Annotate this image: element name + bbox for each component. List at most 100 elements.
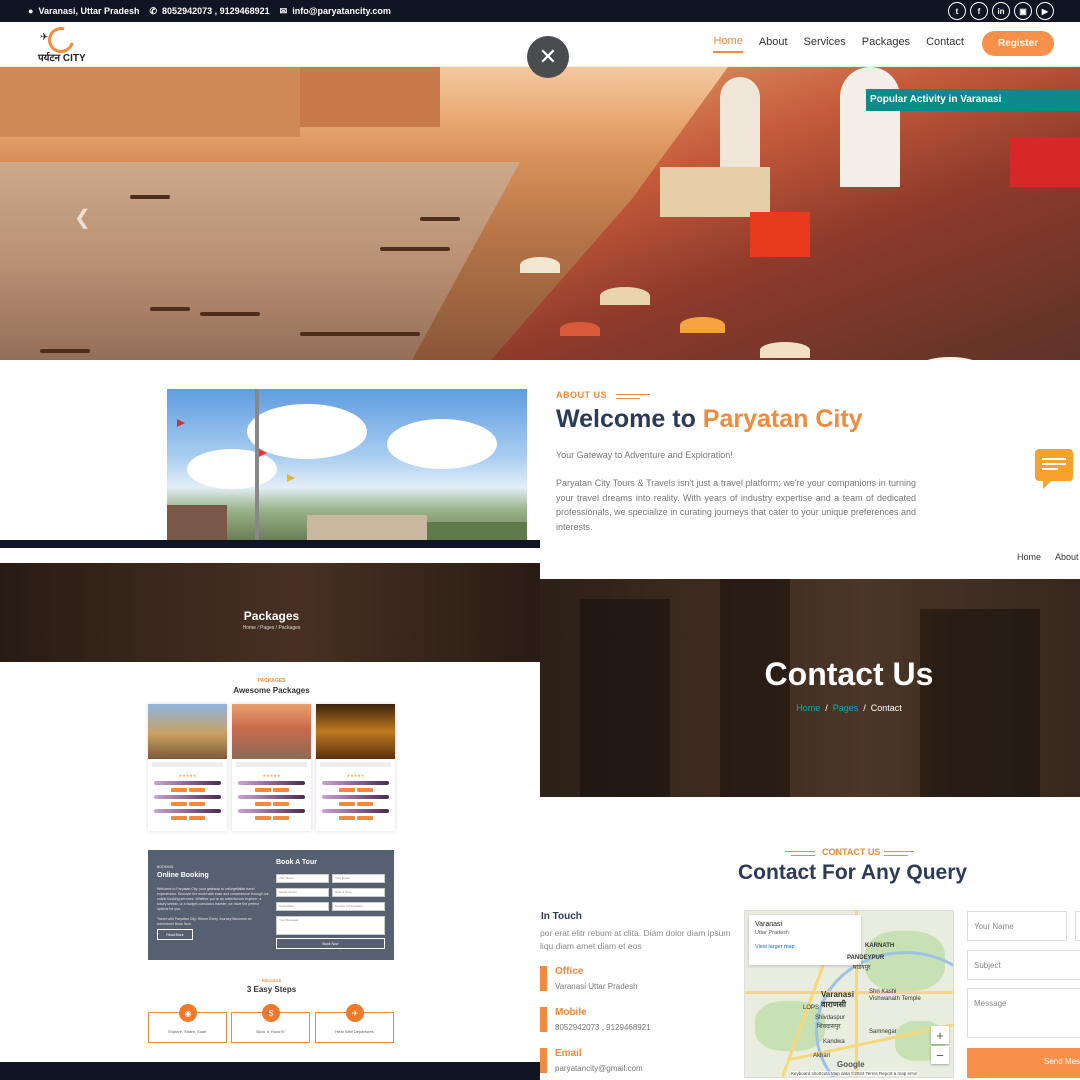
step-card: $ Book It, Rock It! bbox=[231, 1004, 310, 1043]
map-larger-link[interactable]: View larger map bbox=[755, 944, 855, 950]
breadcrumb-pages[interactable]: Pages bbox=[833, 703, 859, 713]
map-label: Kandwa bbox=[823, 1039, 845, 1045]
package-card[interactable]: ★★★★★ bbox=[316, 704, 395, 831]
linkedin-icon[interactable]: in bbox=[992, 2, 1010, 20]
embedded-map[interactable]: Varanasi Uttar Pradesh View larger map K… bbox=[744, 910, 954, 1078]
contact-breadcrumb: Home / Pages / Contact bbox=[796, 703, 902, 713]
packages-section-title: Awesome Packages bbox=[233, 686, 310, 695]
about-image bbox=[167, 389, 527, 540]
booking-tag: BOOKING bbox=[157, 865, 174, 869]
booking-text-2: Travel with Paryatan City: Where Every J… bbox=[157, 917, 252, 926]
contact-nav-about[interactable]: About bbox=[1055, 552, 1079, 562]
package-card[interactable]: ★★★★★ bbox=[232, 704, 311, 831]
package-image bbox=[232, 704, 311, 759]
step-label: Explore, Share, Soar! bbox=[168, 1029, 207, 1034]
about-tag-text: ABOUT US bbox=[556, 390, 607, 400]
map-label: Varanasi bbox=[821, 990, 854, 999]
map-label: Samnegar bbox=[869, 1029, 897, 1035]
map-label: Shri Kashi bbox=[869, 989, 897, 995]
book-tour-title: Book A Tour bbox=[276, 859, 317, 866]
step-card: ◉ Explore, Share, Soar! bbox=[148, 1004, 227, 1043]
about-title-highlight: Paryatan City bbox=[702, 405, 863, 433]
map-label: LOPS bbox=[803, 1005, 820, 1011]
plane-icon: ✈ bbox=[40, 32, 49, 43]
send-message-button[interactable]: Send Message bbox=[967, 1048, 1080, 1078]
contact-subject-input[interactable]: Subject bbox=[967, 950, 1080, 980]
chat-icon[interactable] bbox=[1035, 449, 1073, 489]
in-touch-line-1: por erat elitr rebum at clita. Diam dolo… bbox=[540, 928, 731, 938]
step-label: Book It, Rock It! bbox=[256, 1029, 285, 1034]
office-label: Office bbox=[555, 966, 584, 977]
logo-text: पर्यटन CITY bbox=[38, 53, 86, 64]
about-title-prefix: Welcome to bbox=[556, 405, 703, 433]
nav-services[interactable]: Services bbox=[804, 36, 846, 52]
office-info: Office Varanasi Uttar Pradesh bbox=[540, 966, 740, 994]
email-contact-info: Email paryatancity@gmail.com bbox=[540, 1048, 740, 1076]
contact-message-textarea[interactable]: Message bbox=[967, 988, 1080, 1038]
nav-about[interactable]: About bbox=[759, 36, 788, 52]
location-info: ● Varanasi, Uttar Pradesh bbox=[28, 6, 140, 16]
nav-contact[interactable]: Contact bbox=[926, 36, 964, 52]
in-touch-line-2: liqu diam amet diam et eos bbox=[540, 941, 642, 951]
plane-icon: ✈ bbox=[346, 1004, 364, 1022]
page-root: ● Varanasi, Uttar Pradesh ✆ 8052942073 , 9… bbox=[0, 0, 1080, 1080]
office-value: Varanasi Uttar Pradesh bbox=[555, 982, 638, 991]
booking-option-select[interactable]: Select Option bbox=[276, 888, 329, 897]
close-icon[interactable]: ✕ bbox=[527, 36, 569, 78]
packages-breadcrumb: Home / Pages / Packages bbox=[242, 625, 301, 631]
map-info-card: Varanasi Uttar Pradesh View larger map bbox=[749, 915, 861, 965]
contact-email-input[interactable] bbox=[1075, 911, 1080, 941]
about-section-tag: ABOUT US bbox=[556, 390, 650, 400]
step-label: Hear Well Departures bbox=[335, 1029, 374, 1034]
read-more-button[interactable]: Read More bbox=[157, 929, 193, 940]
map-region: Uttar Pradesh bbox=[755, 930, 789, 936]
booking-email-input[interactable]: Your Email bbox=[332, 874, 385, 883]
map-label: वाराणसी bbox=[821, 1000, 847, 1009]
phone-icon: ✆ bbox=[149, 5, 158, 16]
contact-section-tag: CONTACT US bbox=[822, 847, 881, 857]
step-card: ✈ Hear Well Departures bbox=[315, 1004, 394, 1043]
email-info[interactable]: ✉ info@paryatancity.com bbox=[280, 6, 391, 17]
about-paragraph: Paryatan City Tours & Travels isn't just… bbox=[556, 478, 916, 532]
email-value[interactable]: paryatancity@gmail.com bbox=[555, 1064, 643, 1073]
twitter-icon[interactable]: t bbox=[948, 2, 966, 20]
instagram-icon[interactable]: ▣ bbox=[1014, 2, 1032, 20]
mobile-value: 8052942073 , 9129468921 bbox=[555, 1023, 651, 1032]
book-now-button[interactable]: Book Now bbox=[276, 938, 385, 949]
youtube-icon[interactable]: ▶ bbox=[1036, 2, 1054, 20]
email-label: Email bbox=[555, 1048, 582, 1059]
rating-stars-icon: ★★★★★ bbox=[262, 773, 281, 778]
contact-section-title: Contact For Any Query bbox=[738, 861, 968, 884]
zoom-in-icon[interactable]: + bbox=[931, 1026, 949, 1044]
booking-travelers-input[interactable]: Number Of Travelers bbox=[332, 902, 385, 911]
map-label: Akhari bbox=[813, 1053, 831, 1059]
mobile-label: Mobile bbox=[555, 1007, 587, 1018]
steps-section-tag: PROCESS bbox=[261, 978, 282, 983]
nav-packages[interactable]: Packages bbox=[862, 36, 910, 52]
email-text[interactable]: info@paryatancity.com bbox=[292, 6, 391, 16]
contact-page-title: Contact Us bbox=[764, 656, 934, 692]
map-label: Shivdaspur bbox=[815, 1015, 846, 1021]
register-button[interactable]: Register bbox=[981, 31, 1054, 56]
facebook-icon[interactable]: f bbox=[970, 2, 988, 20]
package-image bbox=[148, 704, 227, 759]
zoom-out-icon[interactable]: − bbox=[931, 1046, 949, 1064]
packages-page-title: Packages bbox=[243, 609, 300, 623]
contact-page-navbar: Home About bbox=[1017, 552, 1080, 562]
breadcrumb-home[interactable]: Home bbox=[796, 703, 820, 713]
booking-destination-input[interactable]: Destination bbox=[276, 902, 329, 911]
hero-caption-badge: Popular Activity in Varanasi bbox=[866, 89, 1080, 111]
rating-stars-icon: ★★★★★ bbox=[178, 773, 197, 778]
package-card[interactable]: ★★★★★ bbox=[148, 704, 227, 831]
booking-date-input[interactable]: Date & Time bbox=[332, 888, 385, 897]
contact-name-input[interactable]: Your Name bbox=[967, 911, 1067, 941]
booking-name-input[interactable]: Your Name bbox=[276, 874, 329, 883]
online-booking-panel: BOOKING Online Booking Welcome to Paryat… bbox=[148, 850, 394, 960]
booking-message-textarea[interactable]: Your Message bbox=[276, 916, 385, 935]
nav-home[interactable]: Home bbox=[713, 35, 743, 53]
map-label: Vishwanath Temple bbox=[869, 996, 921, 1002]
in-touch-heading: In Touch bbox=[541, 911, 582, 922]
site-logo[interactable]: ✈ पर्यटन CITY bbox=[38, 22, 98, 64]
contact-nav-home[interactable]: Home bbox=[1017, 552, 1041, 562]
carousel-prev-icon[interactable]: ❮ bbox=[74, 205, 91, 230]
